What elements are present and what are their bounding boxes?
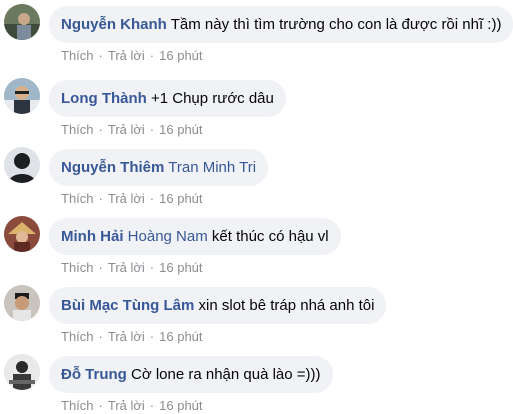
avatar[interactable]: [4, 354, 40, 390]
avatar-photo-icon: [4, 78, 40, 114]
comment-bubble: Nguyễn Khanh Tầm này thì tìm trường cho …: [49, 6, 513, 43]
comment-item: Long Thành +1 Chụp rước dâu Thích · Trả lờ…: [0, 74, 513, 138]
comment-bubble: Đỗ Trung Cờ lone ra nhận quà lào =))): [49, 356, 333, 393]
mentioned-user[interactable]: Hoàng Nam: [128, 228, 208, 245]
like-button[interactable]: Thích: [61, 260, 94, 275]
separator-dot: ·: [149, 122, 155, 137]
comment-time[interactable]: 16 phút: [159, 122, 202, 137]
comment-item: Đỗ Trung Cờ lone ra nhận quà lào =))) Th…: [0, 350, 513, 414]
comment-actions: Thích · Trả lời · 16 phút: [61, 398, 203, 414]
comment-text: Tầm này thì tìm trường cho con là được r…: [170, 16, 502, 33]
comment-bubble: Bùi Mạc Tùng Lâm xin slot bê tráp nhá an…: [49, 287, 387, 324]
comment-actions: Thích · Trả lời · 16 phút: [61, 122, 203, 138]
comment-author[interactable]: Bùi Mạc Tùng Lâm: [61, 297, 194, 314]
like-button[interactable]: Thích: [61, 48, 94, 63]
comment-time[interactable]: 16 phút: [159, 48, 202, 63]
separator-dot: ·: [98, 260, 103, 275]
separator-dot: ·: [149, 191, 155, 206]
avatar[interactable]: [4, 285, 40, 321]
comment-time[interactable]: 16 phút: [159, 329, 202, 344]
avatar[interactable]: [4, 4, 40, 40]
avatar-photo-icon: [4, 216, 40, 252]
avatar-photo-icon: [4, 354, 40, 390]
comment-time[interactable]: 16 phút: [159, 191, 202, 206]
comment-author[interactable]: Đỗ Trung: [61, 366, 127, 383]
separator-dot: ·: [98, 122, 103, 137]
reply-button[interactable]: Trả lời: [108, 329, 145, 344]
comment-bubble: Nguyễn Thiêm Tran Minh Tri: [49, 149, 269, 186]
comment-bubble: Minh Hải Hoàng Nam kết thúc có hậu vl: [49, 218, 341, 255]
comment-time[interactable]: 16 phút: [159, 260, 202, 275]
like-button[interactable]: Thích: [61, 191, 94, 206]
like-button[interactable]: Thích: [61, 329, 94, 344]
separator-dot: ·: [98, 48, 103, 63]
comment-actions: Thích · Trả lời · 16 phút: [61, 48, 203, 64]
separator-dot: ·: [149, 260, 155, 275]
separator-dot: ·: [98, 329, 103, 344]
comment-text: kết thúc có hậu vl: [211, 228, 329, 245]
comment-author[interactable]: Minh Hải: [61, 228, 124, 245]
avatar-photo-icon: [4, 285, 40, 321]
comment-text: Cờ lone ra nhận quà lào =))): [131, 366, 321, 383]
comment-item: Nguyễn Thiêm Tran Minh Tri Thích · Trả lời…: [0, 143, 513, 207]
mentioned-user[interactable]: Tran Minh Tri: [168, 159, 256, 176]
reply-button[interactable]: Trả lời: [108, 191, 145, 206]
comment-actions: Thích · Trả lời · 16 phút: [61, 260, 203, 276]
comment-author[interactable]: Long Thành: [61, 90, 147, 107]
comment-text: +1 Chụp rước dâu: [150, 90, 274, 107]
reply-button[interactable]: Trả lời: [108, 260, 145, 275]
avatar[interactable]: [4, 78, 40, 114]
reply-button[interactable]: Trả lời: [108, 122, 145, 137]
comment-item: Minh Hải Hoàng Nam kết thúc có hậu vl Th…: [0, 212, 513, 276]
separator-dot: ·: [98, 191, 103, 206]
comment-actions: Thích · Trả lời · 16 phút: [61, 191, 203, 207]
separator-dot: ·: [149, 329, 155, 344]
like-button[interactable]: Thích: [61, 122, 94, 137]
comment-bubble: Long Thành +1 Chụp rước dâu: [49, 80, 286, 117]
comment-item: Nguyễn Khanh Tầm này thì tìm trường cho …: [0, 0, 513, 64]
comment-text: xin slot bê tráp nhá anh tôi: [198, 297, 375, 314]
avatar[interactable]: [4, 147, 40, 183]
comment-item: Bùi Mạc Tùng Lâm xin slot bê tráp nhá an…: [0, 281, 513, 345]
separator-dot: ·: [149, 48, 155, 63]
avatar[interactable]: [4, 216, 40, 252]
default-avatar-icon: [4, 147, 40, 183]
comment-actions: Thích · Trả lời · 16 phút: [61, 329, 203, 345]
avatar-photo-icon: [4, 4, 40, 40]
reply-button[interactable]: Trả lời: [108, 48, 145, 63]
comment-author[interactable]: Nguyễn Thiêm: [61, 159, 164, 176]
comment-author[interactable]: Nguyễn Khanh: [61, 16, 167, 33]
